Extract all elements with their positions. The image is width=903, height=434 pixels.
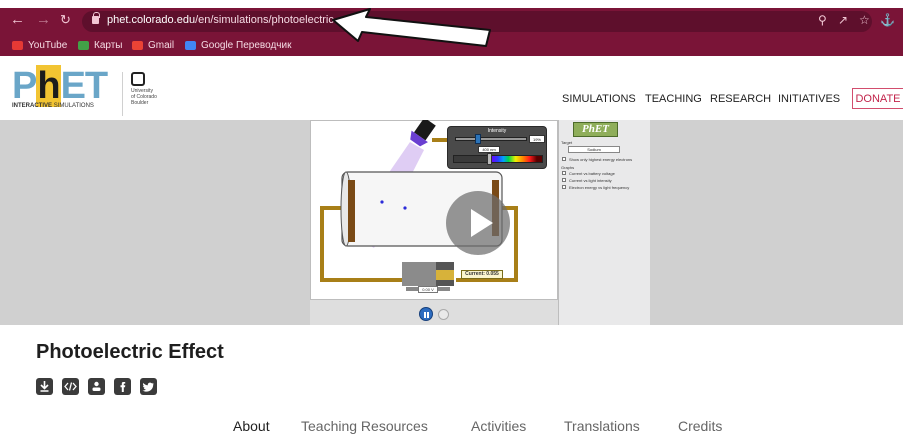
extensions-icon[interactable]: ⚓ <box>880 13 895 27</box>
embed-icon[interactable] <box>62 378 79 395</box>
battery-body <box>402 262 436 286</box>
step-button[interactable] <box>438 309 449 320</box>
graph-option-3: Electron energy vs light frequency <box>569 185 630 190</box>
facebook-icon[interactable] <box>114 378 131 395</box>
graph-option-1: Current vs battery voltage <box>569 171 615 176</box>
forward-arrow-icon[interactable]: → <box>36 12 51 27</box>
url-text: phet.colorado.edu/en/simulations/photoel… <box>107 14 334 26</box>
left-plate <box>348 180 355 242</box>
twitter-icon[interactable] <box>140 378 157 395</box>
nav-simulations[interactable]: SIMULATIONS <box>562 93 636 105</box>
nav-research[interactable]: RESEARCH <box>710 93 771 105</box>
youtube-icon <box>12 41 23 50</box>
translate-icon <box>185 41 196 50</box>
bookmark-translate[interactable]: Google Переводчик <box>185 40 291 51</box>
phet-logo[interactable]: PhET INTERACTIVE SIMULATIONS <box>12 65 116 115</box>
bookmark-gmail[interactable]: Gmail <box>132 40 174 51</box>
voltage-readout: 0.00 V <box>418 286 438 293</box>
back-arrow-icon[interactable]: ← <box>10 12 25 27</box>
nav-initiatives[interactable]: INITIATIVES <box>778 93 840 105</box>
maps-icon <box>78 41 89 50</box>
intensity-slider-track[interactable] <box>455 137 527 141</box>
page-title: Photoelectric Effect <box>36 341 224 363</box>
nav-teaching[interactable]: TEACHING <box>645 93 702 105</box>
graph-checkbox-3[interactable] <box>562 185 566 189</box>
graph-checkbox-2[interactable] <box>562 178 566 182</box>
current-readout: Current: 0.055 <box>461 270 503 279</box>
electron <box>403 206 407 210</box>
bookmark-star-icon[interactable]: ☆ <box>859 13 870 27</box>
bookmark-youtube[interactable]: YouTube <box>12 40 67 51</box>
intensity-value: 19% <box>529 135 545 143</box>
graphs-label: Graphs <box>561 165 575 170</box>
target-label: Target <box>561 140 573 145</box>
cropped-text-strip <box>0 0 903 8</box>
play-icon[interactable] <box>446 191 510 255</box>
electron <box>380 200 384 204</box>
annotation-arrow <box>332 8 491 47</box>
wavelength-value: 400 nm <box>478 146 500 153</box>
gmail-icon <box>132 41 143 50</box>
phet-logo-wordmark: PhET <box>12 65 108 107</box>
battery-cap <box>436 270 454 280</box>
pause-button[interactable] <box>419 307 433 321</box>
person-icon[interactable] <box>88 378 105 395</box>
graph-checkbox-1[interactable] <box>562 171 566 175</box>
highest-energy-label: Show only highest energy electrons <box>569 157 633 162</box>
lock-icon <box>92 12 100 24</box>
zoom-icon[interactable]: ⚲ <box>818 13 827 27</box>
highest-energy-checkbox[interactable] <box>562 157 566 161</box>
graph-option-2: Current vs light intensity <box>569 178 612 183</box>
intensity-label: Intensity <box>487 128 507 134</box>
donate-button[interactable]: DONATE <box>852 88 903 109</box>
target-select[interactable]: Sodium <box>568 146 620 153</box>
reload-icon[interactable]: ↻ <box>60 12 71 27</box>
intensity-slider-knob[interactable] <box>475 134 481 144</box>
wavelength-spectrum-slider[interactable] <box>453 155 543 163</box>
share-page-icon[interactable]: ↗ <box>838 13 848 27</box>
wavelength-slider-knob[interactable] <box>487 153 492 165</box>
bookmark-maps[interactable]: Карты <box>78 40 123 51</box>
logo-divider <box>122 72 123 116</box>
phet-logo-subtitle: INTERACTIVE SIMULATIONS <box>12 103 94 109</box>
sim-playback-bar <box>310 300 558 325</box>
university-name: University of Colorado Boulder <box>131 88 157 106</box>
download-icon[interactable] <box>36 378 53 395</box>
sim-phet-logo: PhET <box>573 122 618 137</box>
university-icon <box>131 72 145 86</box>
